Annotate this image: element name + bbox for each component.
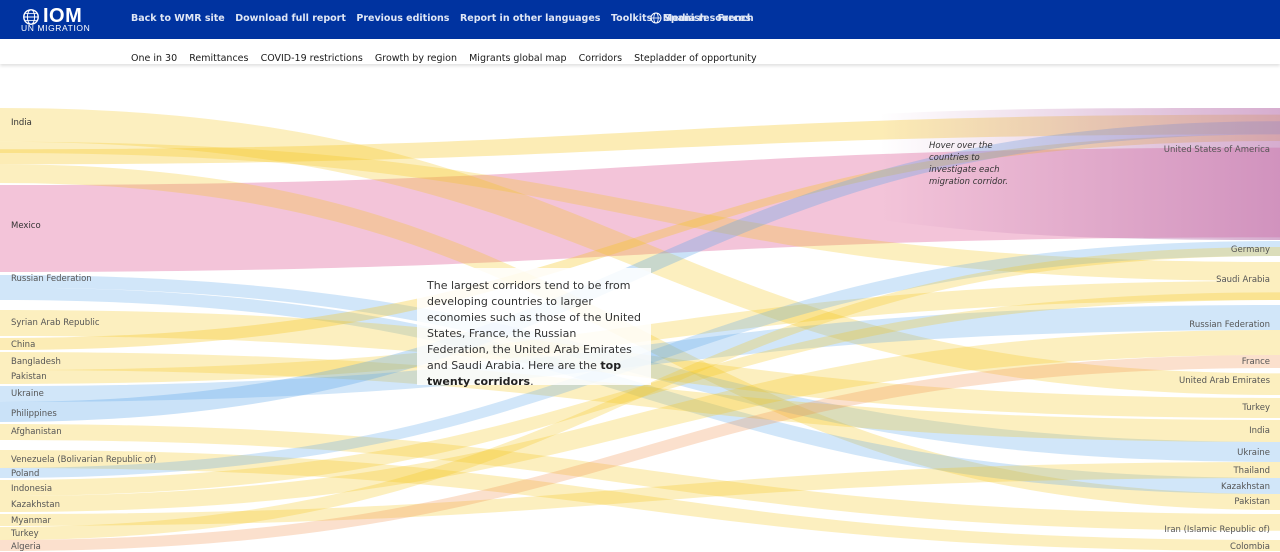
destination-label-russian-federation[interactable]: Russian Federation [1189, 320, 1270, 330]
destination-label-india[interactable]: India [1249, 426, 1270, 436]
hover-hint: Hover over the countries to investigate … [929, 141, 1008, 187]
section-nav: One in 30 Remittances COVID-19 restricti… [0, 39, 1280, 64]
origin-label-venezuela-bolivarian-republic-of[interactable]: Venezuela (Bolivarian Republic of) [11, 455, 156, 465]
section-growth-by-region[interactable]: Growth by region [375, 53, 457, 64]
section-one-in-30[interactable]: One in 30 [131, 53, 177, 64]
iom-logo[interactable]: IOM UN MIGRATION [20, 5, 120, 34]
info-tail: . [530, 375, 534, 388]
origin-label-india[interactable]: India [11, 118, 32, 128]
language-switcher: Spanish French [650, 12, 765, 24]
origin-label-pakistan[interactable]: Pakistan [11, 372, 47, 382]
destination-label-france[interactable]: France [1242, 357, 1270, 367]
nav-previous-editions[interactable]: Previous editions [356, 13, 449, 24]
destination-label-saudi-arabia[interactable]: Saudi Arabia [1216, 275, 1270, 285]
origin-label-poland[interactable]: Poland [11, 469, 39, 479]
section-remittances[interactable]: Remittances [189, 53, 248, 64]
section-covid-restrictions[interactable]: COVID-19 restrictions [261, 53, 363, 64]
origin-label-kazakhstan[interactable]: Kazakhstan [11, 500, 60, 510]
origin-label-syrian-arab-republic[interactable]: Syrian Arab Republic [11, 318, 100, 328]
origin-label-afghanistan[interactable]: Afghanistan [11, 427, 62, 437]
origin-label-ukraine[interactable]: Ukraine [11, 389, 44, 399]
language-spanish[interactable]: Spanish [664, 13, 707, 24]
origin-label-bangladesh[interactable]: Bangladesh [11, 357, 61, 367]
destination-label-ukraine[interactable]: Ukraine [1237, 448, 1270, 458]
nav-back-to-wmr[interactable]: Back to WMR site [131, 13, 225, 24]
logo-subtitle: UN MIGRATION [21, 23, 91, 33]
destination-label-united-arab-emirates[interactable]: United Arab Emirates [1179, 376, 1270, 386]
section-migrants-global-map[interactable]: Migrants global map [469, 53, 566, 64]
origin-label-indonesia[interactable]: Indonesia [11, 484, 52, 494]
nav-toolkits[interactable]: Toolkits [611, 13, 652, 24]
origin-label-turkey[interactable]: Turkey [11, 529, 39, 539]
section-corridors[interactable]: Corridors [579, 53, 622, 64]
destination-label-thailand[interactable]: Thailand [1233, 466, 1270, 476]
origin-label-russian-federation[interactable]: Russian Federation [11, 274, 92, 284]
destination-label-pakistan[interactable]: Pakistan [1234, 497, 1270, 507]
origin-label-myanmar[interactable]: Myanmar [11, 516, 51, 526]
top-header: IOM UN MIGRATION Back to WMR site Downlo… [0, 0, 1280, 39]
nav-download-report[interactable]: Download full report [235, 13, 346, 24]
info-text: The largest corridors tend to be from de… [427, 278, 641, 390]
origin-label-china[interactable]: China [11, 340, 35, 350]
globe-icon [650, 12, 662, 24]
origin-label-philippines[interactable]: Philippines [11, 409, 57, 419]
section-stepladder[interactable]: Stepladder of opportunity [634, 53, 756, 64]
info-box: The largest corridors tend to be from de… [417, 268, 651, 388]
nav-other-languages[interactable]: Report in other languages [460, 13, 601, 24]
destination-label-iran-islamic-republic-of[interactable]: Iran (Islamic Republic of) [1164, 525, 1270, 535]
destination-label-turkey[interactable]: Turkey [1242, 403, 1270, 413]
destination-label-kazakhstan[interactable]: Kazakhstan [1221, 482, 1270, 492]
destination-label-united-states-of-america[interactable]: United States of America [1164, 145, 1270, 155]
origin-label-mexico[interactable]: Mexico [11, 221, 41, 231]
language-french[interactable]: French [718, 13, 754, 24]
destination-label-germany[interactable]: Germany [1231, 245, 1270, 255]
